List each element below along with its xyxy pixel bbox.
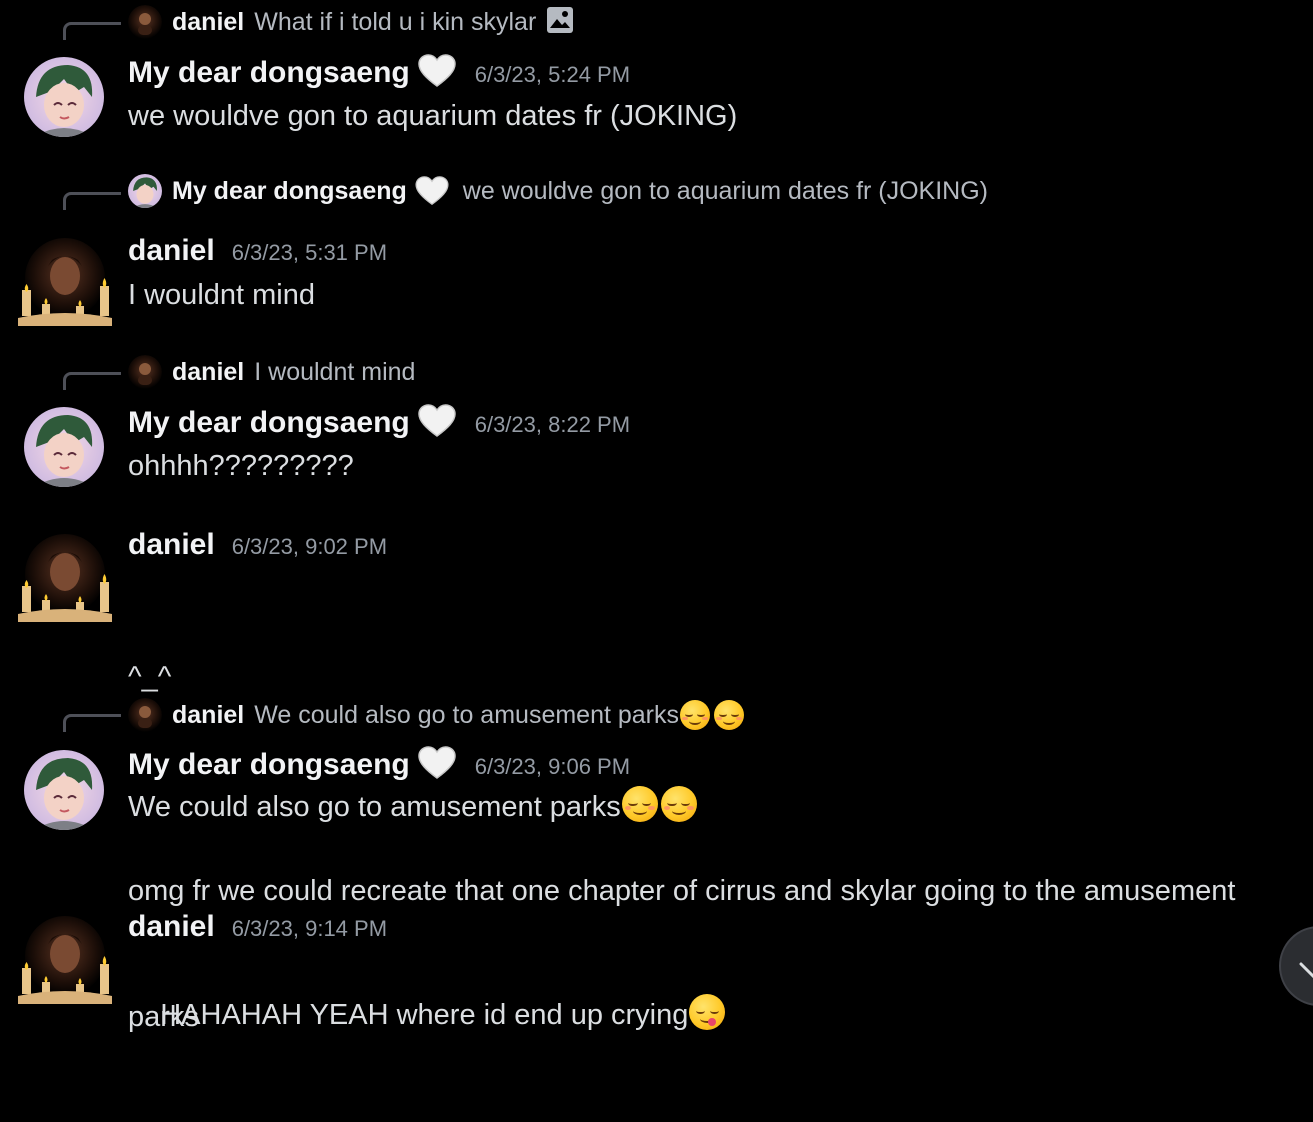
timestamp[interactable]: 6/3/23, 9:02 PM [232,534,387,560]
message-header: daniel 6/3/23, 9:14 PM [128,910,387,944]
author-name[interactable]: My dear dongsaeng [128,406,410,440]
avatar[interactable] [24,57,104,137]
smiling-blush-emoji [680,700,711,730]
reply-author[interactable]: daniel [172,8,244,37]
reply-text[interactable]: we wouldve gon to aquarium dates fr (JOK… [463,177,988,206]
message-text: I wouldnt mind [128,279,315,311]
author-name[interactable]: daniel [128,234,215,268]
chevron-down-icon [1299,962,1313,979]
timestamp[interactable]: 6/3/23, 5:24 PM [475,62,630,88]
avatar[interactable] [128,698,162,732]
message-header: daniel 6/3/23, 9:02 PM [128,528,387,562]
message-line: omg fr we could recreate that one chapte… [128,875,1236,907]
message-text: we wouldve gon to aquarium dates fr (JOK… [128,100,738,132]
avatar[interactable] [18,236,112,330]
white-heart-icon [417,54,456,88]
yum-face-emoji[interactable] [689,994,726,1030]
avatar[interactable] [128,355,162,389]
reply-spine [63,372,121,390]
reply-preview[interactable]: daniel What if i told u i kin skylar [128,5,574,39]
white-heart-icon [417,746,456,780]
reply-author[interactable]: daniel [172,358,244,387]
message-text: ohhhh????????? [128,450,354,482]
author-name[interactable]: My dear dongsaeng [128,56,410,90]
avatar[interactable] [24,750,104,830]
avatar[interactable] [128,5,162,39]
author-name[interactable]: daniel [128,528,215,562]
avatar[interactable] [18,914,112,1008]
timestamp[interactable]: 6/3/23, 8:22 PM [475,412,630,438]
timestamp[interactable]: 6/3/23, 9:06 PM [475,754,630,780]
reply-preview[interactable]: My dear dongsaeng we wouldve gon to aqua… [128,174,988,208]
white-heart-icon [415,176,449,206]
message-header: daniel 6/3/23, 5:31 PM [128,234,387,268]
smiling-blush-emoji [714,700,745,730]
message-line: ^_^ [128,661,172,693]
reply-text[interactable]: I wouldnt mind [254,358,415,387]
reply-preview[interactable]: daniel We could also go to amusement par… [128,698,745,732]
image-icon [546,6,574,39]
message-header: My dear dongsaeng 6/3/23, 5:24 PM [128,54,630,90]
timestamp[interactable]: 6/3/23, 9:14 PM [232,916,387,942]
message-header: My dear dongsaeng 6/3/23, 9:06 PM [128,746,630,782]
message-line-text: HAHAHAH YEAH where id end up crying [160,999,689,1031]
reply-spine [63,22,121,40]
reply-preview[interactable]: daniel I wouldnt mind [128,355,415,389]
avatar[interactable] [24,407,104,487]
reply-text[interactable]: What if i told u i kin skylar [254,8,536,37]
timestamp[interactable]: 6/3/23, 5:31 PM [232,240,387,266]
white-heart-icon [417,404,456,438]
reply-spine [63,714,121,732]
message-text: HAHAHAH YEAH where id end up crying [128,952,1308,1078]
message-header: My dear dongsaeng 6/3/23, 8:22 PM [128,404,630,440]
reply-author[interactable]: daniel [172,701,244,730]
avatar[interactable] [128,174,162,208]
reply-spine [63,192,121,210]
author-name[interactable]: daniel [128,910,215,944]
reply-author[interactable]: My dear dongsaeng [172,177,407,206]
author-name[interactable]: My dear dongsaeng [128,748,410,782]
reply-text[interactable]: We could also go to amusement parks [254,701,679,730]
avatar[interactable] [18,532,112,626]
